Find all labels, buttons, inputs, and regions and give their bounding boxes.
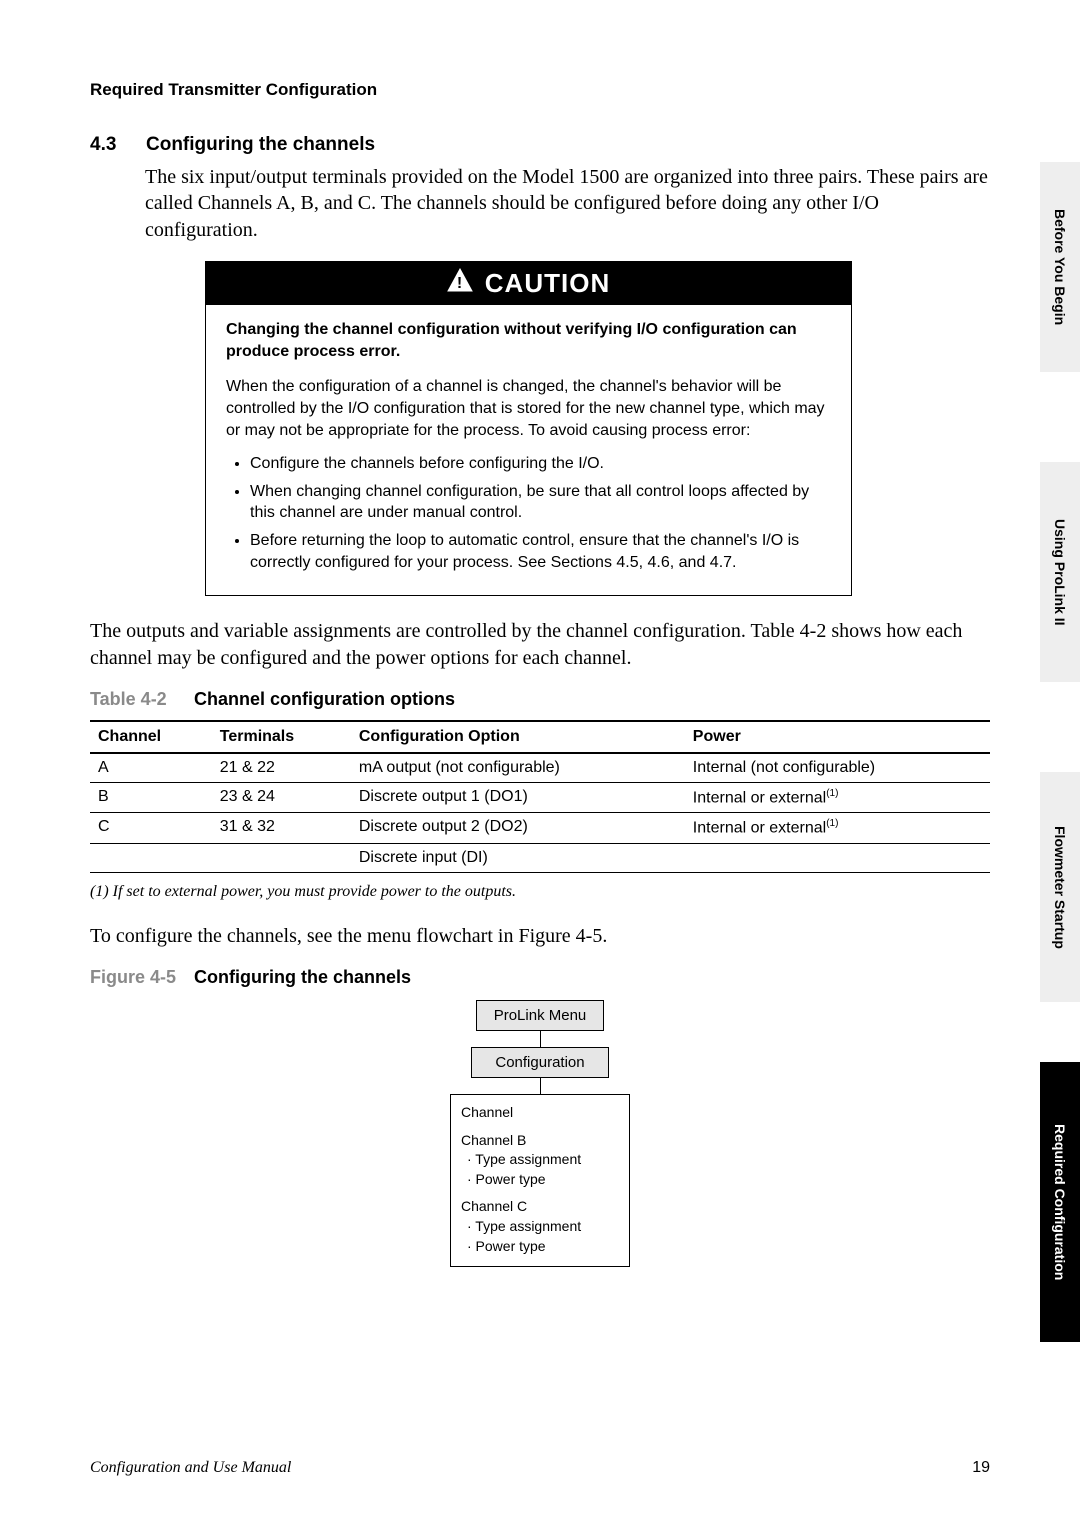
- running-head: Required Transmitter Configuration: [90, 80, 990, 100]
- cell: Discrete output 1 (DO1): [351, 782, 685, 812]
- flow-group-item: · Power type: [467, 1170, 619, 1190]
- section-number: 4.3: [90, 134, 142, 156]
- tab-required-configuration[interactable]: Required Configuration: [1040, 1062, 1080, 1342]
- figure-caption: Figure 4-5 Configuring the channels: [90, 967, 990, 988]
- caution-box: ! CAUTION Changing the channel configura…: [205, 261, 852, 596]
- flowchart: ProLink Menu Configuration Channel Chann…: [450, 1000, 630, 1267]
- th-terminals: Terminals: [212, 721, 351, 753]
- table-title: Channel configuration options: [194, 689, 455, 709]
- section-title: Configuring the channels: [146, 134, 375, 155]
- cell: [90, 843, 212, 872]
- table-tag: Table 4-2: [90, 689, 190, 710]
- cell: C: [90, 813, 212, 843]
- flow-connector: [540, 1078, 541, 1094]
- cell: mA output (not configurable): [351, 753, 685, 783]
- section-head: 4.3 Configuring the channels: [90, 134, 990, 156]
- cell: Internal or external(1): [685, 813, 990, 843]
- flow-box-prolink: ProLink Menu: [476, 1000, 604, 1031]
- cell: Internal or external(1): [685, 782, 990, 812]
- caution-bold: Changing the channel configuration witho…: [226, 319, 831, 362]
- th-channel: Channel: [90, 721, 212, 753]
- flow-box-configuration: Configuration: [471, 1047, 609, 1078]
- svg-text:!: !: [457, 275, 463, 292]
- flow-group-b: Channel B · Type assignment · Power type: [461, 1131, 619, 1190]
- channel-config-table: Channel Terminals Configuration Option P…: [90, 720, 990, 873]
- cell: [212, 843, 351, 872]
- cell: 23 & 24: [212, 782, 351, 812]
- table-footnote: (1) If set to external power, you must p…: [90, 883, 990, 901]
- warning-icon: !: [447, 268, 473, 299]
- caution-list: Configure the channels before configurin…: [226, 453, 831, 573]
- tab-before-you-begin[interactable]: Before You Begin: [1040, 162, 1080, 372]
- cell: A: [90, 753, 212, 783]
- section-para-1: The six input/output terminals provided …: [145, 164, 990, 243]
- th-config: Configuration Option: [351, 721, 685, 753]
- caution-bullet: Configure the channels before configurin…: [250, 453, 831, 475]
- cell: Discrete input (DI): [351, 843, 685, 872]
- cell: Internal (not configurable): [685, 753, 990, 783]
- cell: Discrete output 2 (DO2): [351, 813, 685, 843]
- flow-group-title: Channel B: [461, 1131, 619, 1151]
- table-row: A 21 & 22 mA output (not configurable) I…: [90, 753, 990, 783]
- table-header-row: Channel Terminals Configuration Option P…: [90, 721, 990, 753]
- th-power: Power: [685, 721, 990, 753]
- table-caption: Table 4-2 Channel configuration options: [90, 689, 990, 710]
- cell: B: [90, 782, 212, 812]
- tab-using-prolink[interactable]: Using ProLink II: [1040, 462, 1080, 682]
- caution-bullet: When changing channel configuration, be …: [250, 481, 831, 524]
- table-row: Discrete input (DI): [90, 843, 990, 872]
- para-before-figure: To configure the channels, see the menu …: [90, 923, 990, 949]
- flow-detail-head: Channel: [461, 1103, 619, 1123]
- page-number: 19: [972, 1459, 990, 1477]
- figure-tag: Figure 4-5: [90, 967, 190, 988]
- caution-bullet: Before returning the loop to automatic c…: [250, 530, 831, 573]
- caution-bar: ! CAUTION: [206, 262, 851, 305]
- flow-group-item: · Power type: [467, 1237, 619, 1257]
- tab-flowmeter-startup[interactable]: Flowmeter Startup: [1040, 772, 1080, 1002]
- flow-connector: [540, 1031, 541, 1047]
- flow-detail-box: Channel Channel B · Type assignment · Po…: [450, 1094, 630, 1267]
- table-row: B 23 & 24 Discrete output 1 (DO1) Intern…: [90, 782, 990, 812]
- cell: [685, 843, 990, 872]
- flow-group-c: Channel C · Type assignment · Power type: [461, 1197, 619, 1256]
- table-row: C 31 & 32 Discrete output 2 (DO2) Intern…: [90, 813, 990, 843]
- cell: 31 & 32: [212, 813, 351, 843]
- caution-label: CAUTION: [485, 268, 610, 299]
- cell: 21 & 22: [212, 753, 351, 783]
- flow-group-item: · Type assignment: [467, 1217, 619, 1237]
- flow-group-item: · Type assignment: [467, 1150, 619, 1170]
- footer-title: Configuration and Use Manual: [90, 1459, 291, 1477]
- caution-body: Changing the channel configuration witho…: [206, 305, 851, 595]
- page-footer: Configuration and Use Manual 19: [90, 1459, 990, 1477]
- page: Required Transmitter Configuration 4.3 C…: [0, 0, 1080, 1527]
- para-after-caution: The outputs and variable assignments are…: [90, 618, 990, 671]
- side-tabs: Before You Begin Using ProLink II Flowme…: [1040, 32, 1080, 1482]
- flow-group-title: Channel C: [461, 1197, 619, 1217]
- caution-para: When the configuration of a channel is c…: [226, 376, 831, 441]
- figure-title: Configuring the channels: [194, 967, 411, 987]
